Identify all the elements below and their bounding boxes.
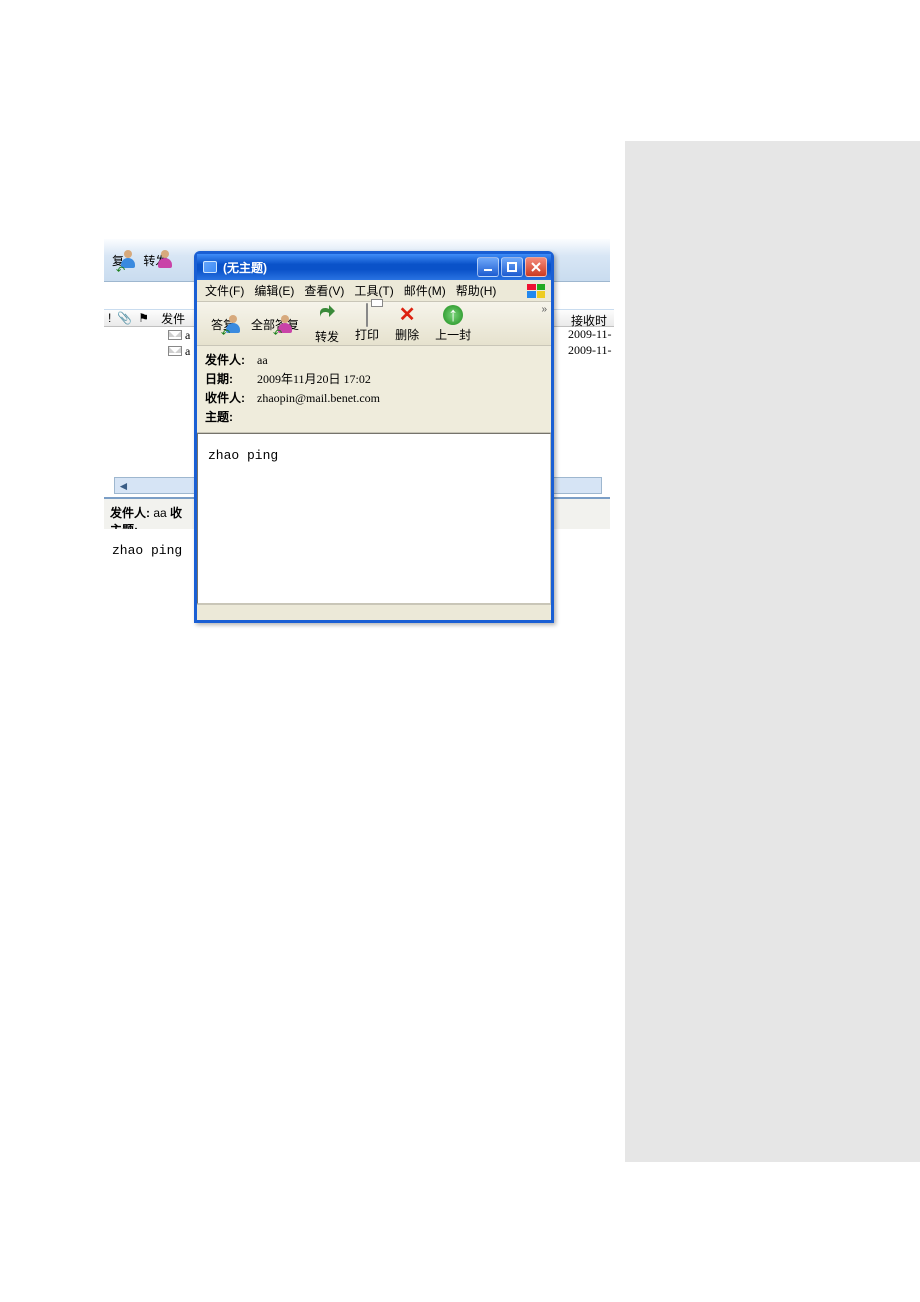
header-to-value: zhaopin@mail.benet.com [257, 391, 380, 406]
scroll-left-icon[interactable]: ◄ [115, 478, 132, 493]
page-margin-block [625, 141, 920, 1162]
forward-icon [317, 303, 337, 327]
windows-flag-icon [525, 282, 547, 300]
attach-icon[interactable]: 📎 [117, 311, 132, 325]
window-title: (无主题) [223, 259, 267, 276]
col-flag[interactable]: ⚑ [138, 311, 149, 325]
received-cell: 2009-11- [564, 343, 614, 359]
received-column: 接收时 2009-11- 2009-11- [564, 309, 614, 359]
main-reply-button[interactable]: ↶ 复 [104, 248, 132, 271]
print-label: 打印 [355, 326, 379, 343]
delete-label: 删除 [395, 326, 419, 343]
delete-icon: ✕ [399, 305, 416, 325]
message-header-pane: 发件人: aa 日期: 2009年11月20日 17:02 收件人: zhaop… [197, 346, 551, 433]
message-window: (无主题) 文件(F) 编辑(E) 查看(V) 工具(T) 邮件(M) 帮助(H… [194, 251, 554, 623]
menu-help[interactable]: 帮助(H) [452, 280, 501, 301]
col-priority[interactable]: ! [108, 311, 111, 325]
menu-edit[interactable]: 编辑(E) [250, 280, 298, 301]
preview-body-text: zhao ping [112, 543, 182, 558]
forward-label: 转发 [315, 328, 339, 345]
envelope-icon [168, 330, 182, 340]
message-body-text: zhao ping [208, 448, 278, 463]
header-subject-label: 主题: [205, 408, 257, 425]
list-item-from: a [185, 328, 190, 343]
previous-button[interactable]: ↑ 上一封 [427, 305, 479, 343]
header-to-label: 收件人: [205, 389, 257, 406]
delete-button[interactable]: ✕ 删除 [387, 305, 427, 343]
received-cell: 2009-11- [564, 327, 614, 343]
status-bar [197, 604, 551, 620]
close-button[interactable] [525, 257, 547, 277]
forward-button[interactable]: 转发 [307, 303, 347, 345]
header-date-label: 日期: [205, 370, 257, 387]
menu-mail[interactable]: 邮件(M) [400, 280, 450, 301]
print-button[interactable]: 打印 [347, 305, 387, 343]
header-date-value: 2009年11月20日 17:02 [257, 370, 371, 387]
main-forward-button[interactable]: 转发 [135, 248, 175, 271]
reply-button[interactable]: ↶ 答复 [203, 315, 243, 333]
envelope-icon [168, 346, 182, 356]
reply-all-button[interactable]: ↶ 全部答复 [243, 315, 307, 333]
menu-view[interactable]: 查看(V) [300, 280, 348, 301]
preview-to-label: 收 [170, 506, 182, 520]
app-icon [203, 261, 217, 273]
minimize-button[interactable] [477, 257, 499, 277]
header-from-label: 发件人: [205, 351, 257, 368]
list-item-from: a [185, 344, 190, 359]
preview-from-label: 发件人: [110, 506, 150, 520]
header-from-value: aa [257, 353, 268, 368]
message-toolbar: ↶ 答复 ↶ 全部答复 转发 打印 ✕ 删除 ↑ 上一封 » [197, 302, 551, 346]
toolbar-overflow-icon[interactable]: » [541, 304, 547, 315]
menu-file[interactable]: 文件(F) [201, 280, 248, 301]
up-arrow-icon: ↑ [443, 305, 463, 325]
previous-label: 上一封 [435, 326, 471, 343]
message-body[interactable]: zhao ping [197, 433, 551, 604]
preview-from: aa [153, 506, 166, 520]
title-bar[interactable]: (无主题) [197, 254, 551, 280]
col-received[interactable]: 接收时 [564, 309, 614, 327]
col-from[interactable]: 发件 [161, 310, 185, 327]
print-icon [366, 305, 368, 325]
maximize-button[interactable] [501, 257, 523, 277]
